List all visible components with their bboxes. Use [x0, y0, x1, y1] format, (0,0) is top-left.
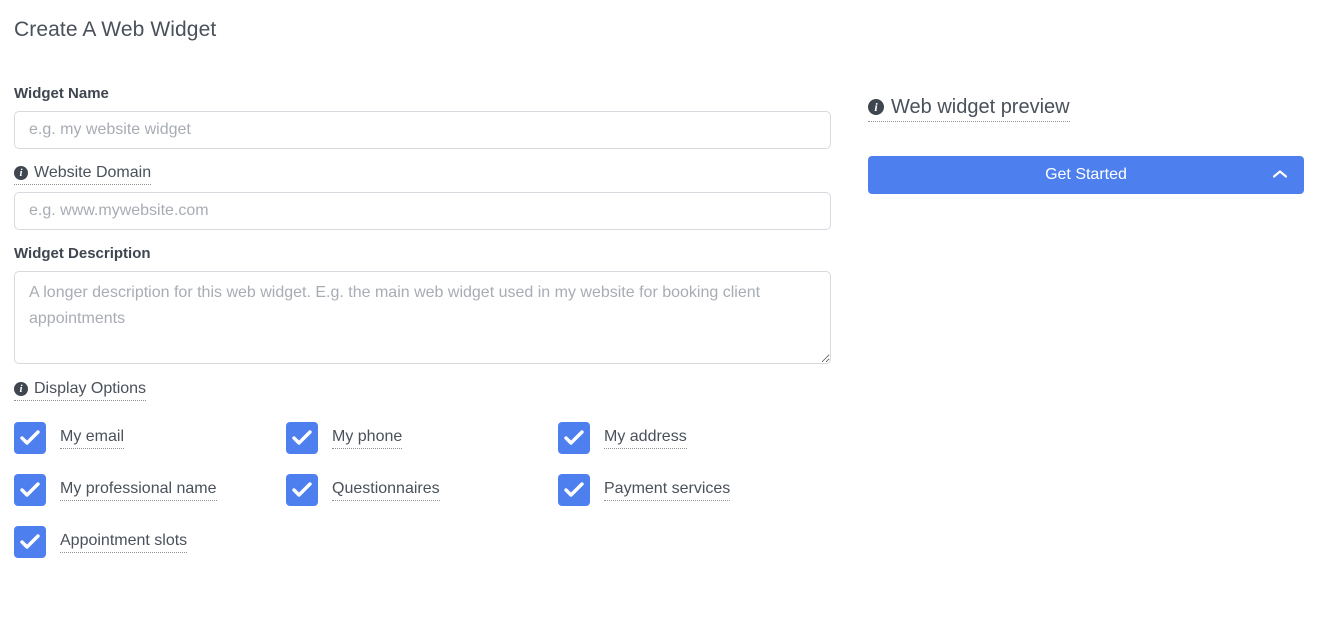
checkbox-label[interactable]: Appointment slots	[60, 531, 188, 553]
checkbox-label[interactable]: Questionnaires	[332, 479, 440, 501]
display-options-label-text: Display Options	[34, 380, 147, 397]
widget-description-textarea[interactable]	[14, 271, 831, 364]
checkbox-checked-icon[interactable]	[286, 422, 318, 454]
checkbox-checked-icon[interactable]	[14, 422, 46, 454]
checkbox-label[interactable]: My professional name	[60, 479, 217, 501]
checkbox-appointment-slots[interactable]: Appointment slots	[14, 526, 286, 558]
info-icon: i	[14, 382, 28, 396]
info-icon: i	[868, 99, 884, 115]
checkbox-my-phone[interactable]: My phone	[286, 422, 558, 454]
checkbox-checked-icon[interactable]	[286, 474, 318, 506]
preview-title-wrap: i Web widget preview	[868, 95, 1304, 122]
checkbox-checked-icon[interactable]	[14, 526, 46, 558]
widget-form: Widget Name i Website Domain Widget Desc…	[14, 84, 831, 558]
checkbox-checked-icon[interactable]	[558, 474, 590, 506]
checkbox-label[interactable]: My email	[60, 427, 125, 449]
checkbox-my-address[interactable]: My address	[558, 422, 830, 454]
checkbox-label[interactable]: Payment services	[604, 479, 731, 501]
display-options-grid: My email My phone My address My professi…	[14, 422, 831, 558]
page-title: Create A Web Widget	[14, 18, 217, 41]
display-options-label-wrap: i Display Options	[14, 379, 831, 408]
checkbox-checked-icon[interactable]	[14, 474, 46, 506]
checkbox-label[interactable]: My address	[604, 427, 687, 449]
checkbox-my-email[interactable]: My email	[14, 422, 286, 454]
website-domain-label-wrap: i Website Domain	[14, 163, 831, 192]
info-icon: i	[14, 166, 28, 180]
get-started-label: Get Started	[1045, 166, 1127, 183]
widget-description-label: Widget Description	[14, 245, 151, 262]
checkbox-questionnaires[interactable]: Questionnaires	[286, 474, 558, 506]
web-widget-preview-panel: i Web widget preview Get Started	[868, 95, 1304, 194]
display-options-label[interactable]: i Display Options	[14, 379, 147, 401]
web-widget-preview-label[interactable]: i Web widget preview	[868, 95, 1070, 122]
web-widget-preview-label-text: Web widget preview	[891, 96, 1070, 118]
checkbox-checked-icon[interactable]	[558, 422, 590, 454]
website-domain-input[interactable]	[14, 192, 831, 230]
widget-name-input[interactable]	[14, 111, 831, 149]
widget-name-label: Widget Name	[14, 85, 109, 102]
chevron-up-icon	[1272, 156, 1288, 194]
checkbox-payment-services[interactable]: Payment services	[558, 474, 830, 506]
website-domain-label-text: Website Domain	[34, 164, 152, 181]
checkbox-label[interactable]: My phone	[332, 427, 403, 449]
website-domain-label[interactable]: i Website Domain	[14, 163, 152, 185]
get-started-button[interactable]: Get Started	[868, 156, 1304, 194]
checkbox-my-professional-name[interactable]: My professional name	[14, 474, 286, 506]
